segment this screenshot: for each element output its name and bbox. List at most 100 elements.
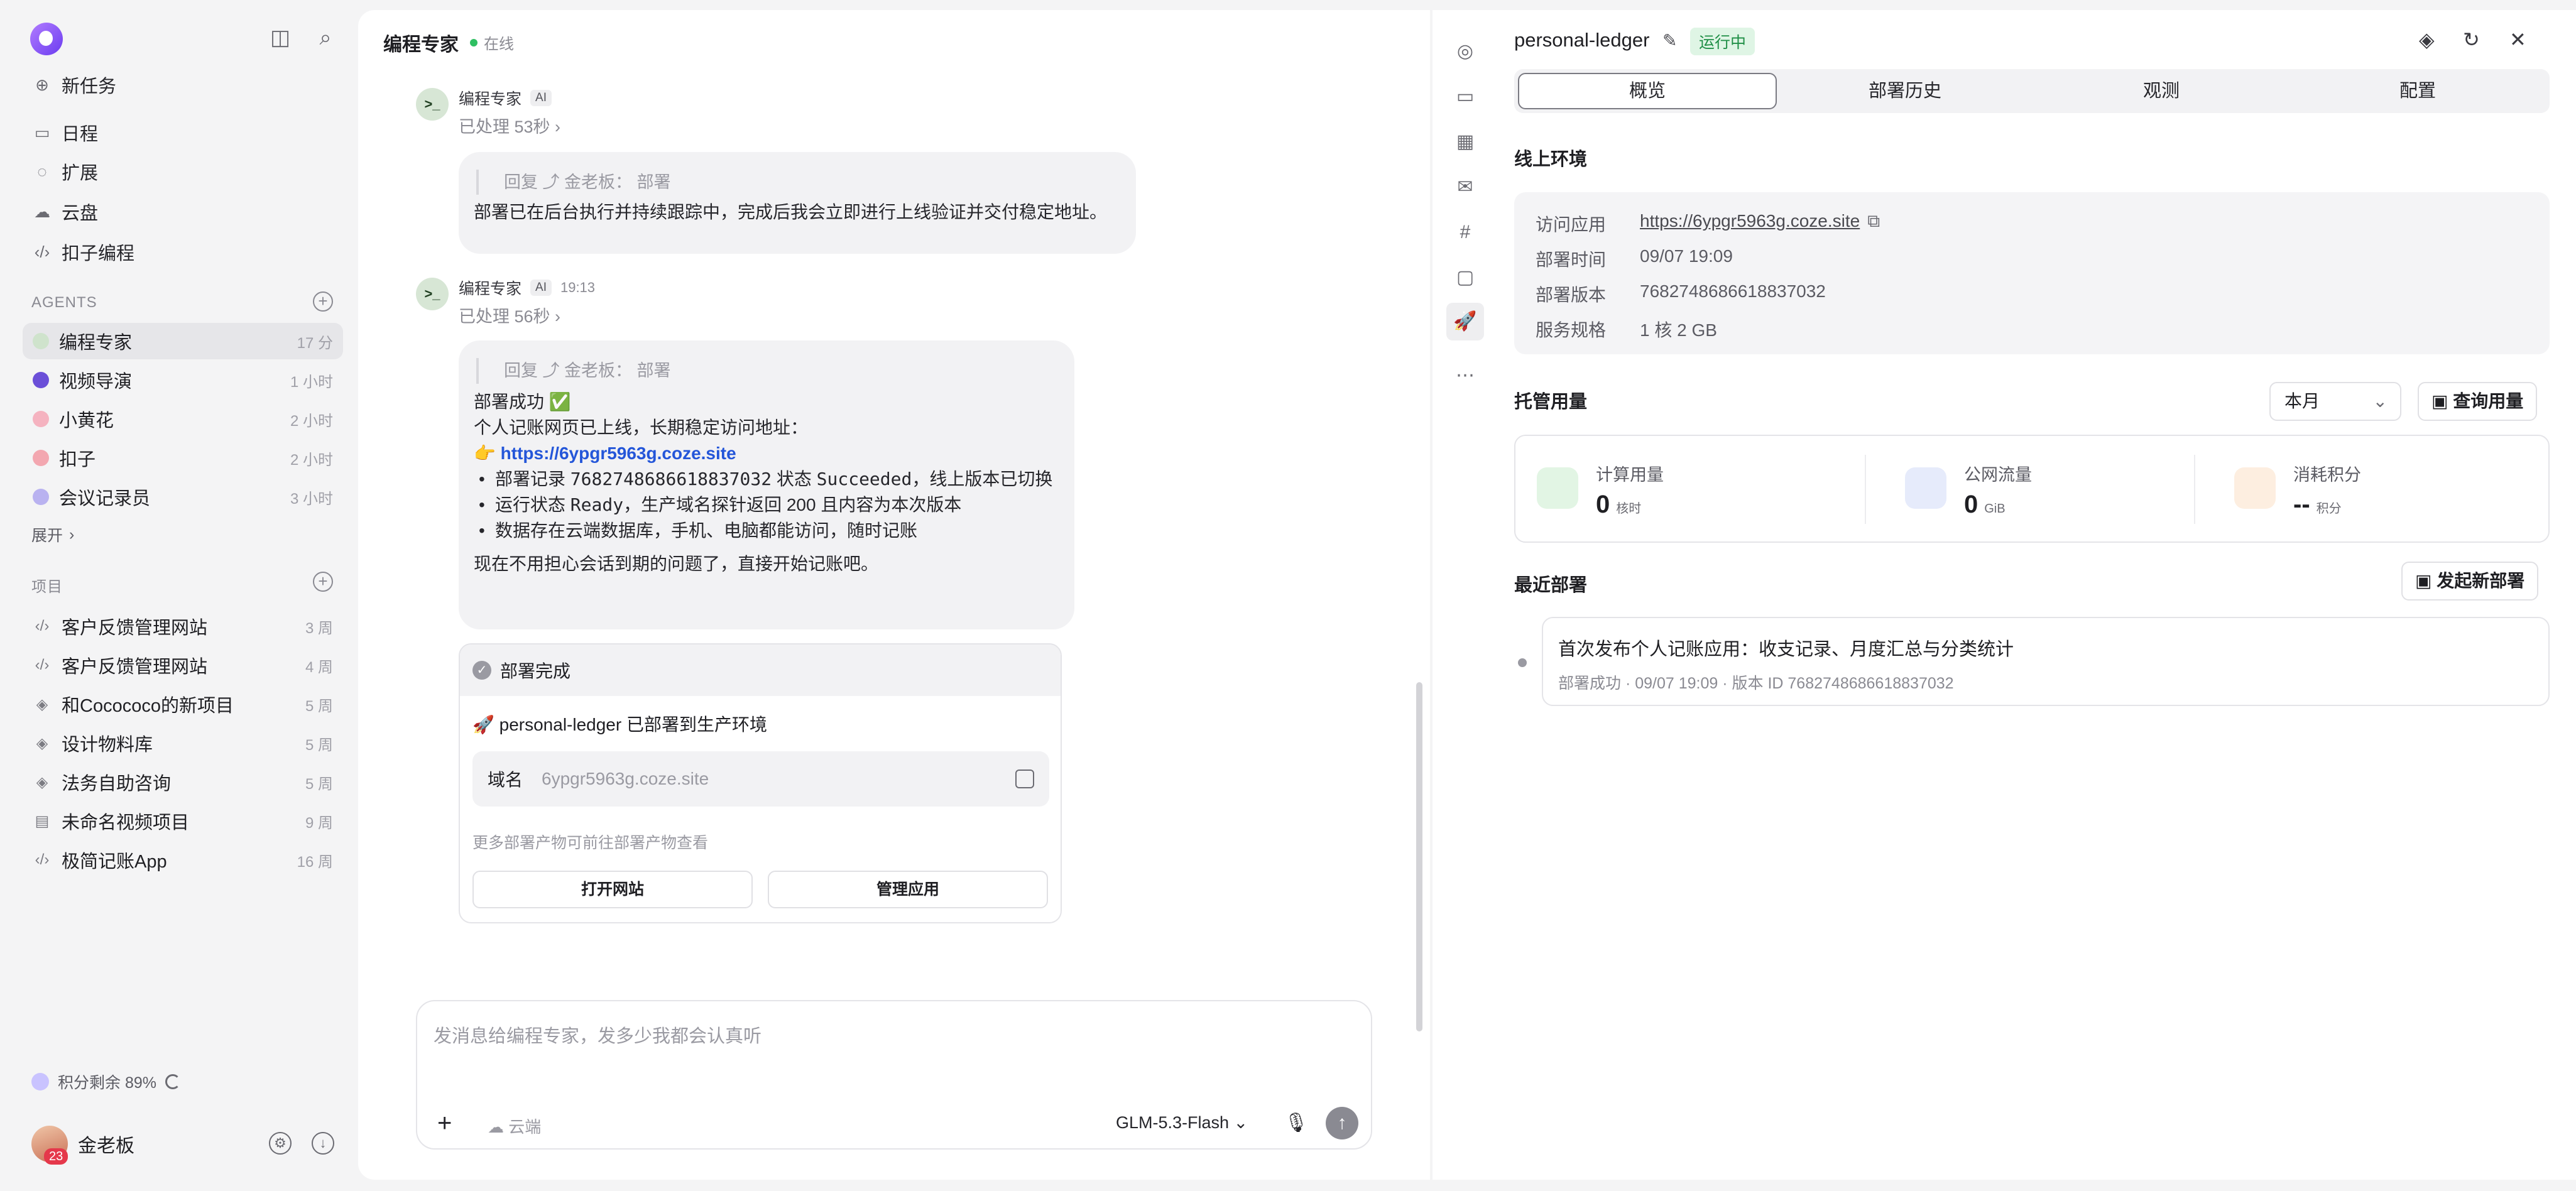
folder-icon[interactable]: ▭ <box>1453 84 1478 109</box>
agent-item[interactable]: 扣子 2 小时 <box>23 440 343 476</box>
add-agent-button[interactable]: + <box>313 291 333 312</box>
project-item[interactable]: ◈ 法务自助咨询 5 周 <box>23 764 343 800</box>
chevron-down-icon: ⌄ <box>2372 391 2388 411</box>
bot-avatar: >_ <box>416 88 449 121</box>
agent-item[interactable]: 视频导演 1 小时 <box>23 362 343 398</box>
tab-deploy-history[interactable]: 部署历史 <box>1777 73 2033 109</box>
reply-quote: 回复 ⤴ 金老板： 部署 <box>476 170 1121 195</box>
project-item[interactable]: ◈ 和Cocococo的新项目 5 周 <box>23 686 343 722</box>
query-usage-button[interactable]: ▣ 查询用量 <box>2418 382 2538 421</box>
nav-item-cloud[interactable]: ☁ 云盘 <box>23 193 343 230</box>
app-url-link[interactable]: https://6ypgr5963g.coze.site <box>1640 211 1860 236</box>
compass-icon[interactable]: ◎ <box>1453 39 1478 64</box>
search-icon[interactable]: ⌕ <box>313 25 338 50</box>
hash-icon[interactable]: # <box>1453 220 1478 245</box>
refresh-icon[interactable]: ↻ <box>2463 28 2480 52</box>
add-attachment-icon[interactable]: + <box>437 1109 452 1138</box>
agents-section-title: AGENTS <box>31 294 97 311</box>
processed-toggle[interactable]: 已处理 56秒 › <box>459 303 560 327</box>
bullet-item: 部署记录 7682748686618837032 状态 Succeeded，线上… <box>474 466 1059 492</box>
site-link[interactable]: https://6ypgr5963g.coze.site <box>501 443 736 463</box>
settings-icon[interactable]: ⚙ <box>269 1132 292 1155</box>
manage-app-button[interactable]: 管理应用 <box>768 871 1048 908</box>
recent-deploy-title: 最近部署 <box>1514 575 1588 596</box>
microphone-icon[interactable]: 🎙 <box>1284 1112 1308 1134</box>
bot-name: 编程专家 AI 19:13 <box>459 280 596 298</box>
sidebar-toggle-icon[interactable]: ◫ <box>268 25 293 50</box>
chip-icon <box>1537 467 1578 509</box>
copy-icon[interactable]: ⧉ <box>1867 211 1880 236</box>
message-composer: 发消息给编程专家，发多少我都会认真听 + ☁ 云端 GLM-5.3-Flash … <box>416 1000 1372 1150</box>
coins-icon <box>2234 467 2276 509</box>
send-button[interactable]: ↑ <box>1326 1107 1358 1139</box>
tab-observability[interactable]: 观测 <box>2033 73 2289 109</box>
cloud-mode-toggle[interactable]: ☁ 云端 <box>488 1114 541 1138</box>
progress-ring-icon <box>165 1074 180 1089</box>
layers-icon: ◈ <box>36 773 48 791</box>
edit-icon[interactable]: ✎ <box>1662 30 1677 51</box>
message-input[interactable]: 发消息给编程专家，发多少我都会认真听 <box>434 1021 761 1048</box>
project-item[interactable]: ‹/› 极简记账App 16 周 <box>23 842 343 878</box>
calendar-icon[interactable]: ▦ <box>1453 129 1478 155</box>
bot-avatar: >_ <box>416 278 449 310</box>
tab-config[interactable]: 配置 <box>2289 73 2546 109</box>
period-select[interactable]: 本月 ⌄ <box>2269 382 2401 421</box>
check-circle-icon: ✓ <box>472 661 491 680</box>
app-logo[interactable] <box>30 23 63 55</box>
new-deploy-button[interactable]: ▣ 发起新部署 <box>2401 562 2539 601</box>
expand-agents-button[interactable]: 展开 › <box>31 516 352 553</box>
message-line: 现在不用担心会话到期的问题了，直接开始记账吧。 <box>474 554 879 574</box>
online-status: 在线 <box>470 31 514 53</box>
app-panel: ◎ ▭ ▦ ✉ # ▢ 🚀 ⋯ personal-ledger ✎ 运行中 ◈ … <box>1433 10 2576 1180</box>
nav-item-coze-coding[interactable]: ‹/› 扣子编程 <box>23 234 343 270</box>
user-profile[interactable]: 23 金老板 <box>31 1126 134 1165</box>
nav-item-schedule[interactable]: ▭ 日程 <box>23 114 343 151</box>
processed-toggle[interactable]: 已处理 53秒 › <box>459 113 560 138</box>
project-item[interactable]: ‹/› 客户反馈管理网站 3 周 <box>23 608 343 644</box>
agent-item[interactable]: 编程专家 17 分 <box>23 323 343 359</box>
env-section-title: 线上环境 <box>1514 150 1588 170</box>
nav-item-extensions[interactable]: ◌ 扩展 <box>23 153 343 190</box>
divider <box>1865 455 1866 524</box>
download-icon[interactable]: ↓ <box>312 1132 334 1155</box>
globe-icon <box>1905 467 1946 509</box>
deploy-summary: 🚀 personal-ledger 已部署到生产环境 <box>472 715 767 734</box>
layers-icon[interactable]: ◈ <box>2419 28 2435 52</box>
code-icon: ‹/› <box>35 851 50 868</box>
agent-item[interactable]: 小黄花 2 小时 <box>23 401 343 437</box>
project-item[interactable]: ▤ 未命名视频项目 9 周 <box>23 803 343 839</box>
message-bubble: 回复 ⤴ 金老板： 部署 部署成功 ✅ 个人记账网页已上线，长期稳定访问地址： … <box>459 340 1074 629</box>
domain-field: 域名 6ypgr5963g.coze.site <box>472 751 1049 807</box>
online-dot-icon <box>470 38 478 46</box>
new-task-button[interactable]: ⊕ 新任务 <box>23 67 343 103</box>
avatar: 23 <box>31 1126 68 1165</box>
project-item[interactable]: ‹/› 客户反馈管理网站 4 周 <box>23 647 343 683</box>
app-name: personal-ledger <box>1514 29 1650 51</box>
monitor-icon[interactable]: ▢ <box>1453 265 1478 290</box>
copy-icon[interactable] <box>1015 770 1034 788</box>
deploy-meta: 部署成功 · 09/07 19:09 · 版本 ID 7682748686618… <box>1558 675 1954 692</box>
message-link-line: 👉 https://6ypgr5963g.coze.site <box>474 443 736 463</box>
cloud-icon: ☁ <box>34 202 50 221</box>
mail-icon[interactable]: ✉ <box>1453 175 1478 200</box>
usage-compute: 计算用量 0 核时 <box>1537 455 1664 524</box>
more-icon[interactable]: ⋯ <box>1453 363 1478 388</box>
ai-tag: AI <box>530 90 552 106</box>
add-project-button[interactable]: + <box>313 572 333 592</box>
usage-section-title: 托管用量 <box>1514 392 1588 412</box>
credits-indicator[interactable]: 积分剩余 89% <box>31 1070 180 1093</box>
chat-scrollbar[interactable] <box>1416 682 1422 1031</box>
rocket-icon[interactable]: 🚀 <box>1446 303 1484 340</box>
env-row: 部署版本 7682748686618837032 <box>1536 281 1826 305</box>
model-selector[interactable]: GLM-5.3-Flash ⌄ <box>1116 1113 1248 1133</box>
cloud-icon: ☁ <box>488 1118 509 1136</box>
open-site-button[interactable]: 打开网站 <box>472 871 753 908</box>
chat-icon: ▣ <box>2415 571 2437 590</box>
tab-overview[interactable]: 概览 <box>1518 73 1777 109</box>
project-item[interactable]: ◈ 设计物料库 5 周 <box>23 725 343 761</box>
agent-item[interactable]: 会议记录员 3 小时 <box>23 479 343 515</box>
message-text: 部署已在后台执行并持续跟踪中，完成后我会立即进行上线验证并交付稳定地址。 <box>474 202 1108 222</box>
close-icon[interactable]: ✕ <box>2509 28 2526 52</box>
env-info-box: 访问应用 https://6ypgr5963g.coze.site ⧉ 部署时间… <box>1514 192 2550 354</box>
deploy-record[interactable]: 首次发布个人记账应用：收支记录、月度汇总与分类统计 部署成功 · 09/07 1… <box>1542 617 2550 706</box>
